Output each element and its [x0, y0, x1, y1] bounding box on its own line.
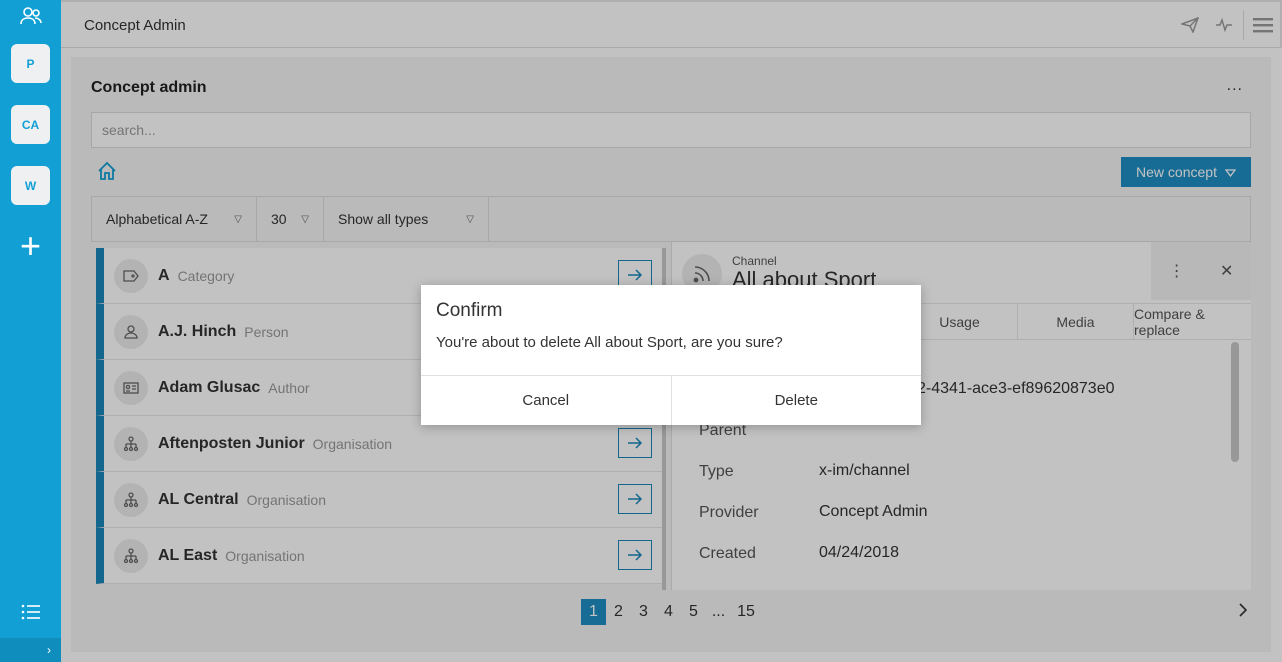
- sort-select[interactable]: Alphabetical A-Z ▽: [92, 197, 257, 241]
- add-workspace-button[interactable]: +: [0, 226, 61, 266]
- search-input[interactable]: [91, 112, 1251, 148]
- concept-name: Aftenposten Junior: [158, 434, 305, 452]
- chevron-right-icon[interactable]: [1239, 603, 1248, 622]
- chevron-down-icon: ▽: [301, 213, 309, 225]
- app-rail: P CA W + ›: [0, 0, 61, 662]
- type-label: Type: [699, 463, 734, 480]
- page-2[interactable]: 2: [606, 599, 631, 625]
- concept-name: A: [158, 266, 170, 284]
- tag-icon: [114, 258, 148, 293]
- type-filter-value: Show all types: [338, 211, 429, 227]
- detail-actions: ⋮ ✕: [1151, 242, 1251, 300]
- list-icon[interactable]: [0, 596, 61, 628]
- concept-name: Adam Glusac: [158, 378, 261, 396]
- dialog-buttons: Cancel Delete: [421, 375, 921, 425]
- detail-scrollbar[interactable]: [1231, 342, 1239, 462]
- concept-type: Author: [268, 379, 310, 396]
- type-value: x-im/channel: [819, 462, 910, 479]
- pagination: 1 2 3 4 5 ... 15: [581, 599, 761, 625]
- panel-title: Concept admin: [91, 79, 207, 96]
- sort-select-value: Alphabetical A-Z: [106, 211, 208, 227]
- provider-label: Provider: [699, 504, 759, 521]
- created-value: 04/24/2018: [819, 544, 900, 561]
- list-item[interactable]: AL Central Organisation: [96, 472, 662, 528]
- send-icon[interactable]: [1173, 2, 1207, 48]
- rail-item-w[interactable]: W: [11, 166, 50, 205]
- page-3[interactable]: 3: [631, 599, 656, 625]
- page-size-select[interactable]: 30 ▽: [257, 197, 324, 241]
- chevron-down-icon: [1224, 164, 1237, 180]
- provider-value: Concept Admin: [819, 503, 928, 520]
- detail-kind: Channel: [732, 254, 777, 268]
- menu-icon[interactable]: [1246, 2, 1280, 48]
- users-icon[interactable]: [0, 0, 61, 32]
- created-label: Created: [699, 545, 756, 562]
- concept-type: Organisation: [246, 491, 326, 508]
- rail-item-ca[interactable]: CA: [11, 105, 50, 144]
- person-icon: [114, 314, 148, 349]
- open-concept-button[interactable]: [618, 484, 652, 514]
- dialog-title: Confirm: [436, 300, 503, 321]
- chevron-down-icon: ▽: [234, 213, 242, 225]
- open-concept-button[interactable]: [618, 428, 652, 458]
- activity-icon[interactable]: [1207, 2, 1241, 48]
- concept-name: A.J. Hinch: [158, 322, 237, 340]
- page-15[interactable]: 15: [731, 599, 761, 625]
- organisation-icon: [114, 538, 148, 573]
- dialog-message: You're about to delete All about Sport, …: [436, 334, 783, 351]
- expand-rail-button[interactable]: ›: [0, 638, 61, 662]
- toolbar-divider: [1243, 10, 1244, 40]
- open-concept-button[interactable]: [618, 540, 652, 570]
- concept-name: AL Central: [158, 490, 239, 508]
- new-concept-button[interactable]: New concept: [1121, 157, 1251, 187]
- close-icon[interactable]: ✕: [1220, 261, 1233, 281]
- confirm-dialog: Confirm You're about to delete All about…: [421, 285, 921, 425]
- more-vertical-icon[interactable]: ⋮: [1169, 261, 1185, 281]
- app-title: Concept Admin: [84, 17, 186, 34]
- concept-type: Person: [244, 323, 289, 340]
- concept-name: AL East: [158, 546, 218, 564]
- page-ellipsis: ...: [711, 603, 726, 620]
- organisation-icon: [114, 426, 148, 461]
- page-1[interactable]: 1: [581, 599, 606, 625]
- uuid-value: 2-4341-ace3-ef89620873e0: [917, 380, 1115, 397]
- concept-type: Organisation: [312, 435, 393, 452]
- page-5[interactable]: 5: [681, 599, 706, 625]
- cancel-button[interactable]: Cancel: [421, 376, 671, 425]
- type-filter-select[interactable]: Show all types ▽: [324, 197, 489, 241]
- page-4[interactable]: 4: [656, 599, 681, 625]
- tab-compare-replace[interactable]: Compare & replace: [1133, 304, 1251, 340]
- top-bar: Concept Admin: [61, 0, 1282, 48]
- filter-bar: Alphabetical A-Z ▽ 30 ▽ Show all types ▽: [91, 196, 1251, 242]
- rail-item-p[interactable]: P: [11, 44, 50, 83]
- concept-type: Category: [177, 267, 235, 284]
- organisation-icon: [114, 482, 148, 517]
- list-item[interactable]: AL East Organisation: [96, 528, 662, 584]
- concept-type: Organisation: [225, 547, 305, 564]
- new-concept-label: New concept: [1136, 164, 1217, 180]
- id-card-icon: [114, 370, 148, 405]
- delete-button[interactable]: Delete: [670, 376, 921, 425]
- panel-more-button[interactable]: ...: [1227, 77, 1243, 95]
- home-icon[interactable]: [97, 161, 119, 183]
- tab-media[interactable]: Media: [1017, 304, 1133, 340]
- chevron-down-icon: ▽: [466, 213, 474, 225]
- page-size-value: 30: [271, 211, 287, 227]
